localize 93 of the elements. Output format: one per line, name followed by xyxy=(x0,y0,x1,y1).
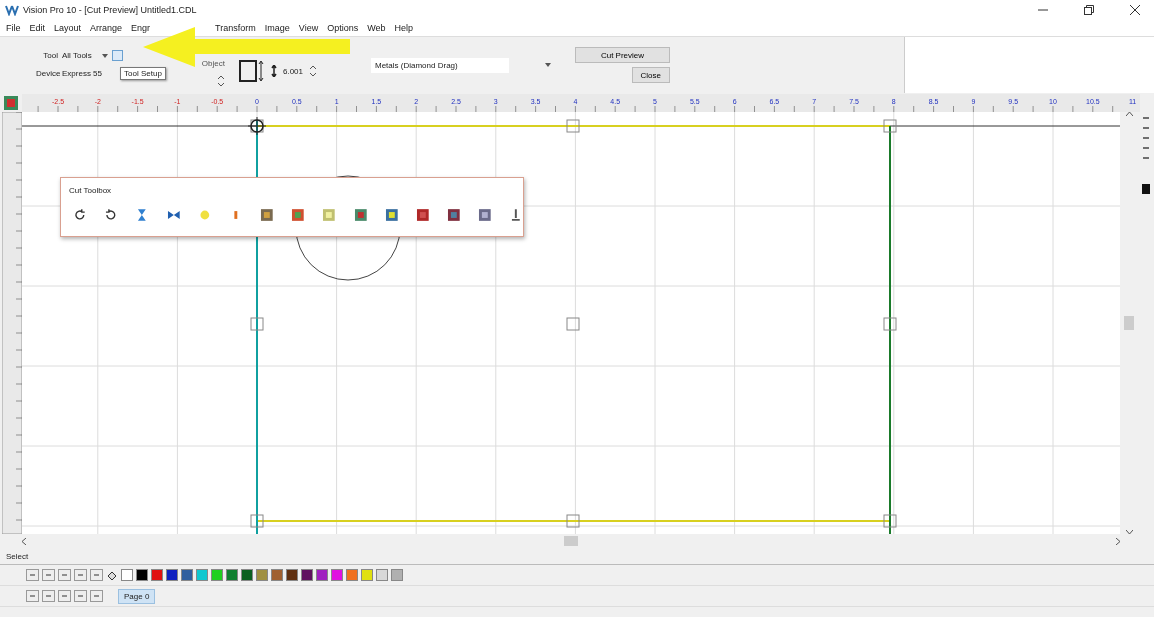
device-label: Device xyxy=(36,69,58,78)
tile-icon[interactable] xyxy=(384,208,399,222)
scroll-left-icon[interactable] xyxy=(22,537,26,545)
spinner-icon[interactable] xyxy=(309,64,317,78)
selection-handle[interactable] xyxy=(883,119,897,133)
scroll-thumb[interactable] xyxy=(564,536,578,546)
material-dropdown[interactable]: Metals (Diamond Drag) xyxy=(371,57,509,73)
nav-button-icon[interactable] xyxy=(42,590,55,602)
page-tab[interactable]: Page 0 xyxy=(118,588,156,604)
selection-handle[interactable] xyxy=(883,514,897,528)
scroll-thumb[interactable] xyxy=(1124,316,1134,330)
color-swatch[interactable] xyxy=(151,569,163,581)
size-box-icon xyxy=(238,60,265,82)
marker-square-icon xyxy=(1142,184,1150,194)
nav-button-icon[interactable] xyxy=(58,590,71,602)
selection-handle[interactable] xyxy=(883,317,897,331)
color-swatch[interactable] xyxy=(301,569,313,581)
height-arrow-icon xyxy=(270,65,277,77)
menu-item[interactable]: Options xyxy=(327,23,359,33)
device-value: Express 55 xyxy=(62,69,103,78)
nav-button-icon[interactable] xyxy=(90,590,103,602)
selection-handle[interactable] xyxy=(566,514,580,528)
tile-icon[interactable] xyxy=(415,208,430,222)
dropdown-arrow-icon[interactable] xyxy=(101,53,108,58)
horizontal-scrollbar[interactable] xyxy=(22,534,1120,548)
color-swatch[interactable] xyxy=(316,569,328,581)
menu-item[interactable]: Engr xyxy=(131,23,151,33)
rotate-left-icon[interactable] xyxy=(104,208,118,222)
tile-icon[interactable] xyxy=(478,208,492,222)
dropdown-arrow-icon[interactable] xyxy=(545,63,551,67)
object-label: Object xyxy=(201,59,225,68)
menu-item[interactable]: Help xyxy=(394,23,414,33)
menu-item[interactable]: File xyxy=(6,23,21,33)
tile-icon[interactable] xyxy=(353,208,368,222)
color-swatch[interactable] xyxy=(196,569,208,581)
color-swatch[interactable] xyxy=(331,569,343,581)
window-title: Vision Pro 10 - [Cut Preview] Untitled1.CDL xyxy=(23,5,197,15)
menu-item[interactable]: Layout xyxy=(54,23,82,33)
menu-item[interactable]: Image xyxy=(264,23,290,33)
tool-dropdown[interactable]: All Tools xyxy=(62,51,92,60)
toolbar-button[interactable]: Close xyxy=(631,67,670,83)
nav-button-icon[interactable] xyxy=(42,569,55,581)
nav-button-icon[interactable] xyxy=(58,569,71,581)
nav-button-icon[interactable] xyxy=(74,569,87,581)
color-swatch[interactable] xyxy=(226,569,238,581)
selection-handle[interactable] xyxy=(566,119,580,133)
tile-icon[interactable] xyxy=(260,208,274,222)
scroll-right-icon[interactable] xyxy=(1116,537,1120,545)
tool-label: Tool xyxy=(42,51,58,60)
selection-handle[interactable] xyxy=(250,317,264,331)
tile-icon[interactable] xyxy=(447,208,461,222)
selection-handle[interactable] xyxy=(250,514,264,528)
spinner-icon[interactable] xyxy=(216,74,225,88)
restore-icon[interactable] xyxy=(1084,5,1094,15)
height-value: 6.001 xyxy=(282,66,303,76)
toolbar-button[interactable]: Cut Preview xyxy=(575,47,670,63)
nav-button-icon[interactable] xyxy=(26,590,39,602)
scroll-up-icon[interactable] xyxy=(1125,112,1133,116)
app-logo-icon xyxy=(5,4,19,16)
paint-bucket-icon[interactable] xyxy=(106,569,118,581)
color-swatch[interactable] xyxy=(256,569,268,581)
tile-icon[interactable] xyxy=(291,208,305,222)
color-swatch[interactable] xyxy=(241,569,253,581)
bowtie-icon[interactable] xyxy=(166,208,181,222)
crosshair-icon xyxy=(247,116,267,136)
menu-item[interactable]: Transform xyxy=(215,23,256,33)
color-swatch[interactable] xyxy=(121,569,133,581)
color-swatch[interactable] xyxy=(271,569,283,581)
selection-handle[interactable] xyxy=(566,317,580,331)
selection-handle[interactable] xyxy=(250,119,264,133)
toolbox-title: Cut Toolbox xyxy=(68,185,113,195)
close-icon[interactable] xyxy=(1130,5,1140,15)
nav-button-icon[interactable] xyxy=(74,590,87,602)
color-swatch[interactable] xyxy=(136,569,148,581)
color-swatch[interactable] xyxy=(391,569,403,581)
scroll-down-icon[interactable] xyxy=(1125,530,1133,534)
menu-item[interactable]: Edit xyxy=(29,23,46,33)
color-swatch[interactable] xyxy=(211,569,223,581)
color-swatch[interactable] xyxy=(166,569,178,581)
status-text: Select xyxy=(6,551,29,561)
color-swatch[interactable] xyxy=(286,569,298,581)
tile-icon[interactable] xyxy=(322,208,337,222)
ruler-corner-icon xyxy=(4,96,18,110)
menu-item[interactable]: Arrange xyxy=(90,23,123,33)
color-swatch[interactable] xyxy=(376,569,388,581)
rotate-right-icon[interactable] xyxy=(73,208,87,222)
tooltip: Tool Setup xyxy=(120,67,166,80)
color-swatch[interactable] xyxy=(361,569,373,581)
color-swatch[interactable] xyxy=(346,569,358,581)
nav-button-icon[interactable] xyxy=(26,569,39,581)
menu-item[interactable]: View xyxy=(298,23,319,33)
menu-item[interactable]: Web xyxy=(367,23,386,33)
color-swatch[interactable] xyxy=(181,569,193,581)
